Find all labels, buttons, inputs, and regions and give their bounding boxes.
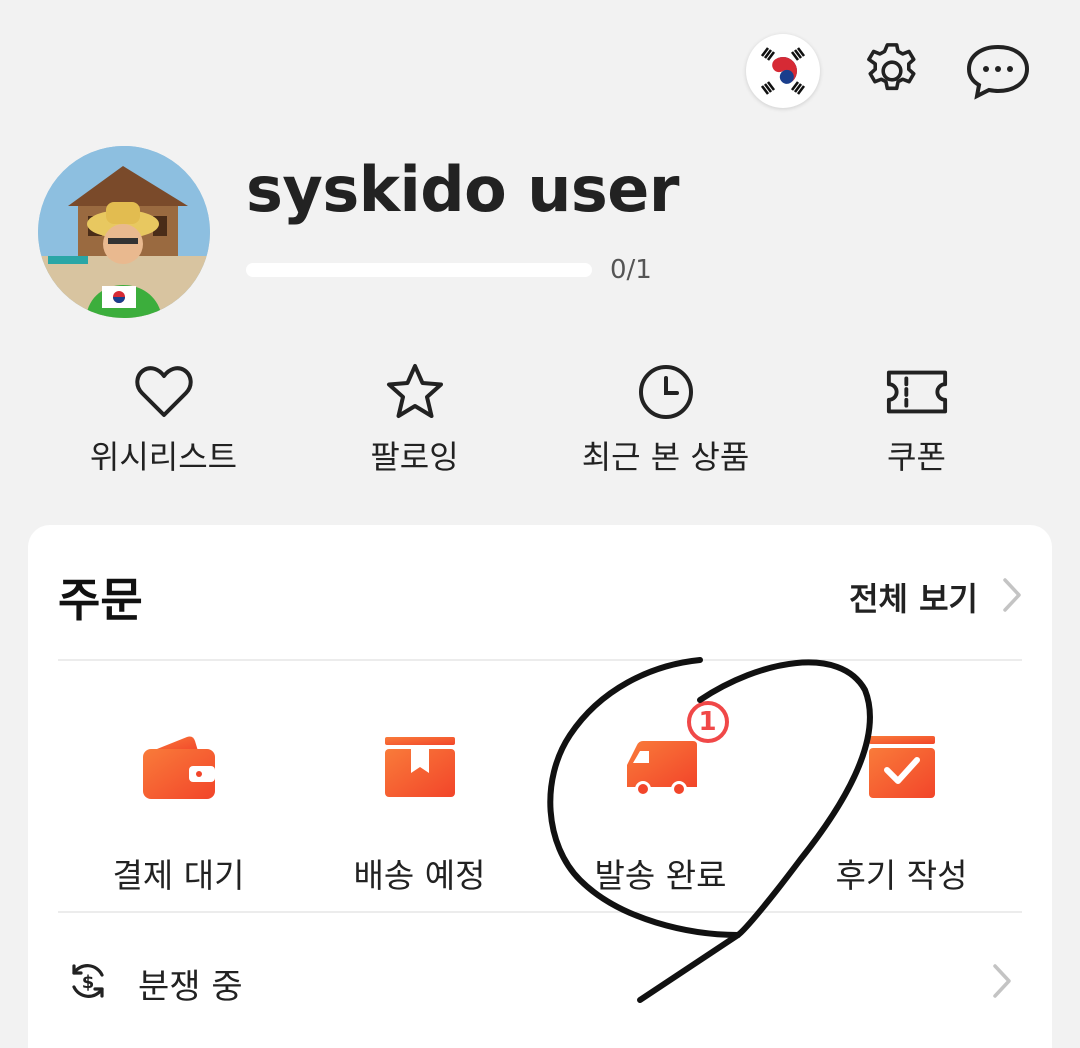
shortcut-label: 팔로잉 — [370, 438, 459, 476]
shortcut-label: 최근 본 상품 — [581, 438, 750, 476]
divider — [58, 911, 1022, 913]
wallet-icon — [137, 725, 221, 809]
shortcut-coupon[interactable]: 쿠폰 — [791, 360, 1042, 478]
review-box-icon — [860, 725, 944, 809]
username: syskido user — [246, 153, 679, 226]
order-label: 후기 작성 — [835, 856, 968, 895]
view-all-label: 전체 보기 — [849, 580, 978, 618]
view-all-button[interactable]: 전체 보기 — [849, 574, 1022, 620]
order-label: 결제 대기 — [112, 856, 245, 895]
order-to-ship[interactable]: 배송 예정 — [299, 725, 540, 897]
order-pending-payment[interactable]: 결제 대기 — [58, 725, 299, 897]
level-progress-bar — [246, 263, 592, 277]
chat-bubble-icon[interactable] — [964, 37, 1032, 105]
order-shipped[interactable]: 1 발송 완료 — [540, 701, 781, 897]
orders-card: 주문 전체 보기 결제 대기 배송 예정 1 발송 완료 후기 작성 $ 분쟁 … — [28, 525, 1052, 1048]
chevron-right-icon — [992, 963, 1012, 1003]
shortcut-wishlist[interactable]: 위시리스트 — [38, 360, 289, 478]
divider — [58, 659, 1022, 661]
avatar[interactable] — [38, 146, 210, 318]
gear-icon[interactable] — [858, 37, 926, 105]
star-icon — [383, 360, 447, 424]
shortcut-recently-viewed[interactable]: 최근 본 상품 — [540, 360, 791, 478]
shortcut-row: 위시리스트 팔로잉 최근 본 상품 쿠폰 — [38, 360, 1042, 478]
shipped-count-badge: 1 — [686, 701, 729, 743]
top-bar — [746, 34, 1032, 108]
truck-icon: 1 — [619, 701, 729, 809]
order-label: 발송 완료 — [594, 856, 727, 895]
clock-icon — [634, 360, 698, 424]
dispute-row[interactable]: $ 분쟁 중 — [68, 943, 1012, 1023]
order-write-review[interactable]: 후기 작성 — [781, 725, 1022, 897]
dispute-label: 분쟁 중 — [138, 966, 243, 1007]
shortcut-following[interactable]: 팔로잉 — [289, 360, 540, 478]
shortcut-label: 위시리스트 — [89, 438, 238, 476]
chevron-right-icon — [1002, 577, 1022, 617]
heart-icon — [132, 360, 196, 424]
ticket-icon — [885, 360, 949, 424]
level-progress-text: 0/1 — [610, 255, 652, 285]
korea-flag-icon[interactable] — [746, 34, 820, 108]
shortcut-label: 쿠폰 — [887, 438, 946, 476]
dollar-refresh-icon: $ — [68, 961, 108, 1005]
order-label: 배송 예정 — [353, 856, 486, 895]
profile-section: syskido user 0/1 — [38, 146, 679, 318]
orders-title: 주문 — [58, 573, 143, 627]
svg-text:$: $ — [82, 972, 95, 993]
package-icon — [378, 725, 462, 809]
